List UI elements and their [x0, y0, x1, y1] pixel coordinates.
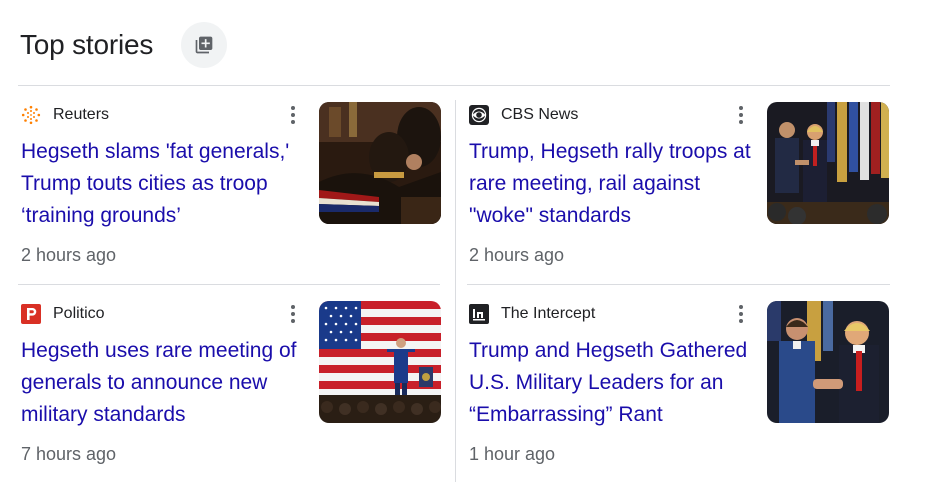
dot [291, 106, 295, 110]
intercept-logo-icon [469, 304, 489, 324]
story-source[interactable]: CBS News [469, 105, 578, 125]
story-source[interactable]: Reuters [21, 105, 109, 125]
dot [739, 312, 743, 316]
column-divider [455, 100, 456, 482]
dot [291, 120, 295, 124]
dot [291, 312, 295, 316]
more-options-button[interactable] [283, 105, 303, 125]
more-options-button[interactable] [731, 105, 751, 125]
source-name: CBS News [501, 106, 579, 123]
story-source[interactable]: The Intercept [469, 304, 595, 324]
dot [291, 305, 295, 309]
story-thumbnail[interactable] [767, 301, 889, 423]
speaker-on-stage-american-flag-photo [319, 301, 441, 423]
source-name: Reuters [53, 106, 110, 123]
add-to-collection-icon [195, 36, 213, 54]
generals-seated-audience-photo [319, 102, 441, 224]
story-timestamp: 1 hour ago [469, 444, 556, 464]
story-card[interactable]: CBS News Trump, Hegseth rally troops at … [469, 102, 893, 284]
source-name: Politico [53, 305, 105, 322]
top-stories-header: Top stories [20, 22, 227, 68]
cbs-eye-logo-icon [469, 105, 489, 125]
trump-hegseth-handshake-photo [767, 301, 889, 423]
dot [739, 120, 743, 124]
story-headline-link[interactable]: Trump and Hegseth Gathered U.S. Military… [469, 335, 754, 431]
trump-hegseth-handshake-flags-photo [767, 102, 889, 224]
story-timestamp: 2 hours ago [469, 245, 565, 265]
politico-p-logo-icon [21, 304, 41, 324]
story-headline-link[interactable]: Hegseth slams 'fat generals,' Trump tout… [21, 136, 306, 232]
more-options-button[interactable] [283, 304, 303, 324]
reuters-logo-icon [21, 105, 41, 125]
section-title: Top stories [20, 29, 154, 60]
story-card[interactable]: The Intercept Trump and Hegseth Gathered… [469, 301, 893, 483]
story-timestamp: 2 hours ago [21, 245, 117, 265]
story-card[interactable]: Reuters Hegseth slams 'fat generals,' Tr… [21, 102, 445, 284]
story-thumbnail[interactable] [319, 102, 441, 224]
dot [291, 113, 295, 117]
dot [739, 305, 743, 309]
story-source[interactable]: Politico [21, 304, 105, 324]
source-name: The Intercept [501, 305, 596, 322]
story-thumbnail[interactable] [319, 301, 441, 423]
story-timestamp: 7 hours ago [21, 444, 117, 464]
dot [739, 113, 743, 117]
more-options-button[interactable] [731, 304, 751, 324]
row-divider-left [18, 284, 440, 285]
header-divider [18, 85, 890, 86]
story-card[interactable]: Politico Hegseth uses rare meeting of ge… [21, 301, 445, 483]
row-divider-right [467, 284, 890, 285]
add-to-collection-button[interactable] [181, 22, 227, 68]
story-headline-link[interactable]: Hegseth uses rare meeting of generals to… [21, 335, 306, 431]
story-headline-link[interactable]: Trump, Hegseth rally troops at rare meet… [469, 136, 754, 232]
dot [739, 106, 743, 110]
dot [291, 319, 295, 323]
story-thumbnail[interactable] [767, 102, 889, 224]
dot [739, 319, 743, 323]
